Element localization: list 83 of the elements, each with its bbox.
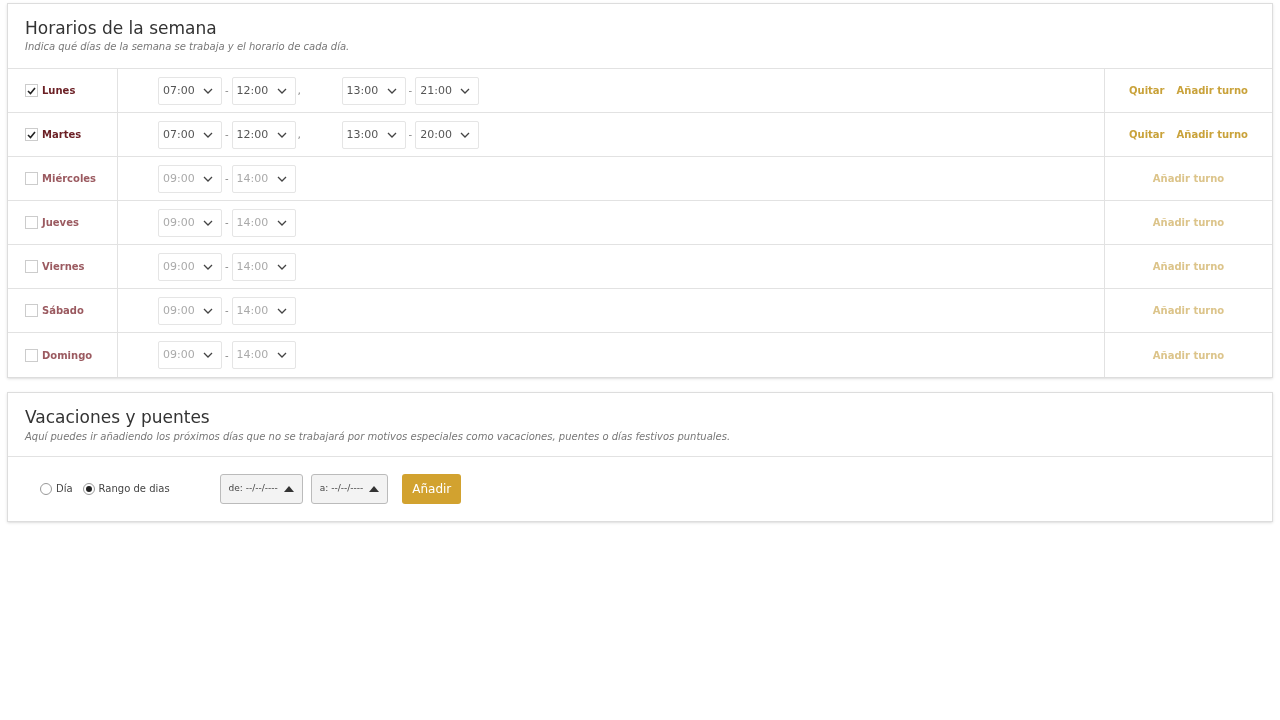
chevron-down-icon — [276, 175, 287, 182]
action-link[interactable]: Añadir turno — [1152, 215, 1225, 231]
day-checkbox[interactable] — [25, 84, 38, 98]
day-label: Domingo — [42, 348, 93, 363]
time-select[interactable]: 09:00 — [158, 252, 222, 281]
time-select[interactable]: 09:00 — [158, 164, 222, 193]
range-dash: - — [224, 348, 230, 363]
day-checkbox[interactable] — [25, 128, 38, 142]
day-checkbox[interactable] — [25, 172, 38, 186]
chevron-down-icon — [276, 87, 287, 94]
time-select[interactable]: 14:00 — [231, 208, 296, 237]
action-link[interactable]: Añadir turno — [1152, 303, 1225, 319]
chevron-down-icon — [203, 131, 213, 138]
day-checkbox[interactable] — [25, 216, 38, 230]
radio-button[interactable] — [40, 482, 52, 495]
day-label: Jueves — [42, 216, 79, 231]
chevron-down-icon — [203, 219, 213, 226]
time-select[interactable]: 13:00 — [341, 76, 406, 105]
chevron-down-icon — [276, 131, 287, 138]
range-dash: - — [224, 128, 230, 143]
chevron-down-icon — [276, 219, 287, 226]
time-select[interactable]: 14:00 — [231, 341, 296, 370]
separator-text: , — [296, 126, 303, 143]
range-dash: - — [224, 216, 230, 231]
time-select[interactable]: 20:00 — [415, 120, 480, 149]
day-checkbox[interactable] — [25, 260, 38, 274]
day-checkbox[interactable] — [25, 304, 38, 318]
separator-text: , — [296, 82, 303, 99]
radio-button[interactable] — [82, 482, 95, 495]
chevron-down-icon — [460, 131, 471, 138]
chevron-down-icon — [276, 263, 287, 270]
radio-label: Rango de dias — [98, 482, 170, 496]
chevron-down-icon — [386, 87, 397, 94]
time-select[interactable]: 07:00 — [158, 120, 222, 149]
action-link[interactable]: Añadir turno — [1152, 171, 1225, 187]
time-select[interactable]: 14:00 — [231, 296, 296, 325]
chevron-down-icon — [203, 352, 213, 359]
chevron-down-icon — [203, 175, 213, 182]
range-dash: - — [407, 84, 414, 99]
radio-label: Día — [56, 482, 73, 496]
action-link[interactable]: Quitar — [1129, 127, 1165, 143]
time-select[interactable]: 12:00 — [231, 76, 296, 105]
time-select[interactable]: 14:00 — [231, 164, 296, 193]
date-field[interactable]: de: --/--/---- — [219, 473, 303, 504]
time-select[interactable]: 21:00 — [415, 76, 480, 105]
chevron-down-icon — [386, 131, 397, 138]
action-link[interactable]: Quitar — [1129, 83, 1165, 99]
add-button[interactable]: Añadir — [402, 473, 462, 504]
day-label: Martes — [42, 128, 82, 143]
time-select[interactable]: 14:00 — [231, 252, 296, 281]
range-dash: - — [224, 84, 230, 99]
action-link[interactable]: Añadir turno — [1176, 83, 1248, 99]
chevron-down-icon — [203, 307, 213, 314]
triangle-up-icon — [283, 485, 294, 492]
section-subtitle: Aquí puedes ir añadiendo los próximos días que no se trabajará por motivos especiales como vacaciones, puentes o días festivos puntuales. — [25, 429, 732, 444]
chevron-down-icon — [203, 87, 213, 94]
time-select[interactable]: 09:00 — [158, 296, 222, 325]
chevron-down-icon — [276, 307, 287, 314]
range-dash: - — [407, 128, 414, 143]
day-label: Viernes — [42, 260, 85, 275]
day-label: Lunes — [42, 84, 76, 99]
date-field[interactable]: a: --/--/---- — [310, 473, 389, 504]
day-checkbox[interactable] — [25, 348, 38, 362]
triangle-up-icon — [369, 485, 380, 492]
time-select[interactable]: 13:00 — [341, 120, 406, 149]
time-select[interactable]: 12:00 — [231, 120, 296, 149]
range-dash: - — [224, 304, 230, 319]
section-subtitle: Indica qué días de la semana se trabaja y el horario de cada día. — [25, 40, 351, 55]
day-label: Miércoles — [42, 172, 97, 187]
range-dash: - — [224, 172, 230, 187]
chevron-down-icon — [276, 352, 287, 359]
section-title: Vacaciones y puentes — [25, 407, 211, 429]
range-dash: - — [224, 260, 230, 275]
action-link[interactable]: Añadir turno — [1152, 259, 1225, 275]
chevron-down-icon — [460, 87, 471, 94]
time-select[interactable]: 09:00 — [158, 208, 222, 237]
action-link[interactable]: Añadir turno — [1152, 347, 1225, 363]
chevron-down-icon — [203, 263, 213, 270]
time-select[interactable]: 09:00 — [158, 341, 222, 370]
day-label: Sábado — [42, 304, 84, 319]
section-title: Horarios de la semana — [25, 18, 218, 40]
action-link[interactable]: Añadir turno — [1176, 127, 1248, 143]
time-select[interactable]: 07:00 — [158, 76, 222, 105]
